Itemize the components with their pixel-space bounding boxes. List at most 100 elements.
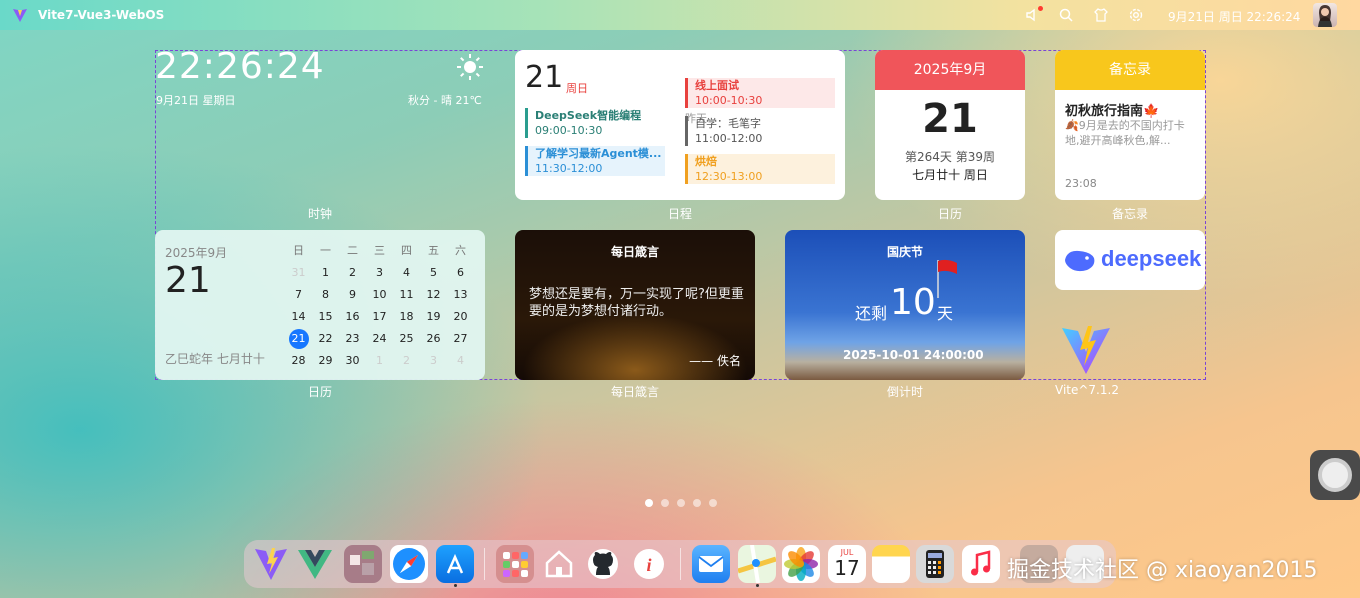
day-cell[interactable]: 3	[420, 350, 447, 372]
day-cell[interactable]: 8	[312, 284, 339, 306]
day-cell[interactable]: 25	[393, 328, 420, 350]
day-cell[interactable]: 15	[312, 306, 339, 328]
page-dot[interactable]	[661, 499, 669, 507]
day-cell[interactable]: 4	[447, 350, 474, 372]
quote-widget[interactable]: 每日箴言 梦想还是要有，万一实现了呢?但更重要的是为梦想付诸行动。 —— 佚名	[515, 230, 755, 380]
deepseek-whale-icon	[1065, 250, 1095, 272]
datetime[interactable]: 9月21日 周日 22:26:24	[1168, 8, 1300, 25]
day-cell[interactable]: 12	[420, 284, 447, 306]
day-cell-today[interactable]: 21	[285, 328, 312, 350]
memo-header: 备忘录	[1055, 50, 1205, 90]
schedule-event[interactable]: 自学：毛笔字 11:00-12:00	[685, 116, 835, 146]
assistive-touch-button[interactable]	[1310, 450, 1360, 500]
github-app-icon[interactable]	[584, 545, 622, 583]
quote-author: —— 佚名	[689, 354, 741, 368]
day-cell[interactable]: 29	[312, 350, 339, 372]
day-cell[interactable]: 14	[285, 306, 312, 328]
week-row: 14 15 16 17 18 19 20	[285, 306, 475, 328]
day-cell[interactable]: 31	[285, 262, 312, 284]
widgets-app-icon[interactable]	[344, 545, 382, 583]
clock-weather: 秋分 - 晴 21℃	[408, 94, 482, 107]
quote-label: 每日箴言	[610, 385, 659, 399]
day-cell[interactable]: 1	[366, 350, 393, 372]
day-cell[interactable]: 9	[339, 284, 366, 306]
day-cell[interactable]: 17	[366, 306, 393, 328]
avatar[interactable]	[1313, 3, 1337, 27]
notes-app-icon[interactable]	[872, 545, 910, 583]
schedule-day: 21	[525, 60, 564, 95]
search-icon[interactable]	[1058, 7, 1074, 23]
schedule-event[interactable]: 了解学习最新Agent模... 11:30-12:00	[525, 146, 665, 176]
day-cell[interactable]: 24	[366, 328, 393, 350]
day-cell[interactable]: 3	[366, 262, 393, 284]
day-cell[interactable]: 5	[420, 262, 447, 284]
day-cell[interactable]: 28	[285, 350, 312, 372]
day-cell[interactable]: 26	[420, 328, 447, 350]
day-cell[interactable]: 7	[285, 284, 312, 306]
weekday-cell: 五	[428, 244, 439, 257]
day-cell[interactable]: 11	[393, 284, 420, 306]
safari-app-icon[interactable]	[390, 545, 428, 583]
weekday-cell: 一	[320, 244, 331, 257]
day-cell[interactable]: 20	[447, 306, 474, 328]
deepseek-widget[interactable]: deepseek	[1055, 230, 1205, 290]
countdown-widget[interactable]: 国庆节 还剩 10 天 2025-10-01 24:00:00	[785, 230, 1025, 380]
svg-text:i: i	[646, 555, 651, 575]
calendar-widget[interactable]: 2025年9月 21 第264天 第39周 七月廿十 周日	[875, 50, 1025, 200]
launchpad-app-icon[interactable]	[496, 545, 534, 583]
countdown-prefix: 还剩	[855, 304, 888, 323]
calendar-app-icon[interactable]: JUL 17	[828, 545, 866, 583]
maps-app-icon[interactable]	[737, 544, 777, 584]
weekday-cell: 六	[455, 244, 466, 257]
month-calendar-ym: 2025年9月	[165, 246, 228, 260]
home-app-icon[interactable]	[540, 545, 578, 583]
schedule-event[interactable]: 烘焙 12:30-13:00	[685, 154, 835, 184]
day-cell[interactable]: 22	[312, 328, 339, 350]
day-cell[interactable]: 23	[339, 328, 366, 350]
day-cell[interactable]: 19	[420, 306, 447, 328]
day-cell[interactable]: 16	[339, 306, 366, 328]
page-dot-active[interactable]	[645, 499, 653, 507]
day-cell[interactable]: 4	[393, 262, 420, 284]
page-dot[interactable]	[677, 499, 685, 507]
vite-logo-icon	[1062, 326, 1110, 374]
vite-logo-icon[interactable]	[12, 7, 28, 23]
day-cell[interactable]: 13	[447, 284, 474, 306]
day-cell[interactable]: 30	[339, 350, 366, 372]
schedule-event[interactable]: DeepSeek智能编程 09:00-10:30	[525, 108, 685, 138]
page-dot[interactable]	[709, 499, 717, 507]
info-app-icon[interactable]: i	[630, 545, 668, 583]
weekday-cell: 三	[374, 244, 385, 257]
vite-app-icon[interactable]	[252, 545, 290, 583]
schedule-event[interactable]: 线上面试 10:00-10:30	[685, 78, 835, 108]
appstore-app-icon[interactable]	[436, 545, 474, 583]
flag-icon	[937, 259, 957, 298]
day-cell[interactable]: 18	[393, 306, 420, 328]
memo-label: 备忘录	[1111, 207, 1148, 221]
day-cell[interactable]: 2	[393, 350, 420, 372]
settings-icon[interactable]	[1128, 7, 1144, 23]
memo-body: 🍂9月是去的不国内打卡地,避开高峰秋色,解...	[1065, 119, 1185, 147]
countdown-label: 倒计时	[886, 385, 923, 399]
schedule-label: 日程	[667, 207, 692, 221]
calculator-app-icon[interactable]	[916, 545, 954, 583]
vue-app-icon[interactable]	[296, 545, 334, 583]
month-calendar-day: 21	[165, 260, 211, 301]
day-cell[interactable]: 27	[447, 328, 474, 350]
day-cell[interactable]: 1	[312, 262, 339, 284]
memo-widget[interactable]: 备忘录 初秋旅行指南🍁 🍂9月是去的不国内打卡地,避开高峰秋色,解... 23:…	[1055, 50, 1205, 200]
memo-title: 初秋旅行指南🍁	[1065, 104, 1160, 119]
day-cell[interactable]: 6	[447, 262, 474, 284]
page-dot[interactable]	[693, 499, 701, 507]
mail-app-icon[interactable]	[692, 545, 730, 583]
dock: i JUL 17	[244, 540, 1116, 588]
month-calendar-widget[interactable]: 2025年9月 21 乙巳蛇年 七月廿十 日 一 二 三 四 五 六 31 1 …	[155, 230, 485, 380]
day-cell[interactable]: 10	[366, 284, 393, 306]
music-app-icon[interactable]	[962, 545, 1000, 583]
shirt-icon[interactable]	[1093, 7, 1109, 23]
sun-icon	[457, 54, 483, 80]
photos-app-icon[interactable]	[782, 545, 820, 583]
day-cell[interactable]: 2	[339, 262, 366, 284]
notification-dot	[1038, 6, 1043, 11]
schedule-widget[interactable]: 21 周日 昨天 DeepSeek智能编程 09:00-10:30 了解学习最新A…	[515, 50, 845, 200]
